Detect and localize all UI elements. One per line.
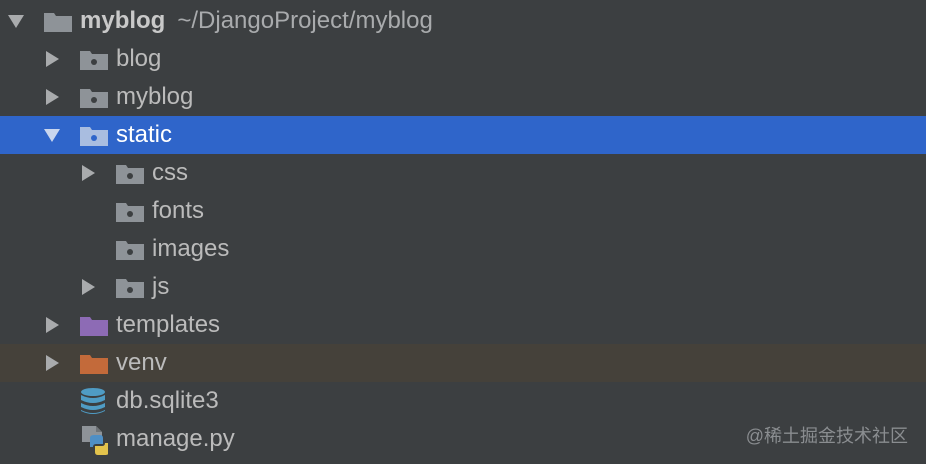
tree-row-myblog[interactable]: myblog <box>0 78 926 116</box>
module-folder-icon <box>116 241 144 260</box>
collapsed-arrow-icon[interactable] <box>46 355 59 371</box>
tree-item-label: css <box>152 159 188 186</box>
tree-item-label: js <box>152 273 170 300</box>
tree-item-label: myblog <box>116 83 194 110</box>
tree-item-label: static <box>116 121 173 148</box>
tree-item-label: manage.py <box>116 425 235 452</box>
root-label: myblog ~/DjangoProject/myblog <box>80 2 433 40</box>
tree-row-js[interactable]: js <box>0 268 926 306</box>
module-folder-icon <box>116 165 144 184</box>
tree-row-templates[interactable]: templates <box>0 306 926 344</box>
root-name: myblog <box>80 7 166 34</box>
collapsed-arrow-icon[interactable] <box>82 279 95 295</box>
collapsed-arrow-icon[interactable] <box>46 89 59 105</box>
tree-item-label: blog <box>116 45 162 72</box>
collapsed-arrow-icon[interactable] <box>46 51 59 67</box>
tree-row-blog[interactable]: blog <box>0 40 926 78</box>
excluded-folder-icon <box>80 355 108 374</box>
module-folder-icon <box>80 89 108 108</box>
python-file-icon <box>82 426 108 455</box>
tree-item-label: images <box>152 235 230 262</box>
watermark: @稀土掘金技术社区 <box>745 426 908 446</box>
module-folder-icon <box>116 203 144 222</box>
tree-row-db-sqlite3[interactable]: db.sqlite3 <box>0 382 926 420</box>
tree-row-css[interactable]: css <box>0 154 926 192</box>
tree-item-label: venv <box>116 349 167 376</box>
tree-row-venv[interactable]: venv <box>0 344 926 382</box>
expand-arrow-icon[interactable] <box>44 129 60 142</box>
expand-arrow-icon[interactable] <box>8 15 24 28</box>
module-folder-icon <box>80 127 108 146</box>
collapsed-arrow-icon[interactable] <box>46 317 59 333</box>
tree-item-label: templates <box>116 311 221 338</box>
tree-item-label: db.sqlite3 <box>116 387 219 414</box>
root-path: ~/DjangoProject/myblog <box>177 7 433 34</box>
collapsed-arrow-icon[interactable] <box>82 165 95 181</box>
tree-row-fonts[interactable]: fonts <box>0 192 926 230</box>
tree-row-static[interactable]: static <box>0 116 926 154</box>
tree-row-root[interactable]: myblog ~/DjangoProject/myblog <box>0 2 926 40</box>
module-folder-icon <box>80 51 108 70</box>
tree-item-label: fonts <box>152 197 205 224</box>
database-icon <box>81 388 105 414</box>
templates-folder-icon <box>80 317 108 336</box>
module-folder-icon <box>116 279 144 298</box>
folder-icon <box>44 13 72 32</box>
tree-row-images[interactable]: images <box>0 230 926 268</box>
